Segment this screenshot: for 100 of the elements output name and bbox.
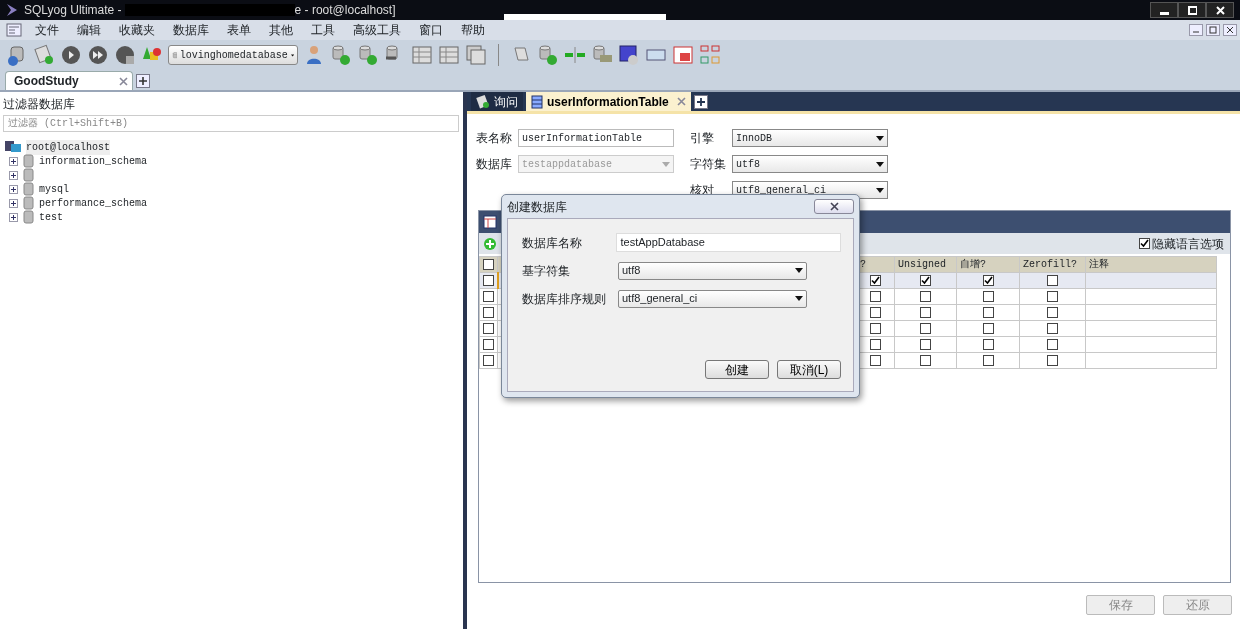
select-field[interactable]: InnoDB — [732, 129, 888, 147]
checkbox[interactable] — [920, 322, 931, 334]
play-icon[interactable] — [60, 44, 82, 66]
menu-item[interactable]: 高级工具 — [344, 21, 410, 39]
column-header[interactable]: 自增? — [956, 256, 1020, 273]
checkbox[interactable] — [870, 306, 881, 318]
checkbox[interactable] — [483, 322, 494, 334]
checkbox[interactable] — [982, 274, 994, 286]
checkbox[interactable] — [1047, 274, 1058, 286]
dialog-button[interactable]: 创建 — [705, 360, 769, 379]
text-field[interactable]: testAppDatabase — [616, 233, 841, 252]
maximize-icon — [1187, 5, 1197, 15]
new-tab-button[interactable] — [693, 95, 708, 109]
checkbox[interactable] — [483, 306, 494, 318]
dialog-button[interactable]: 取消(L) — [777, 360, 841, 379]
checkbox[interactable] — [1047, 290, 1058, 302]
column-header[interactable]: 注释 — [1085, 256, 1217, 273]
restore-icon[interactable] — [1206, 24, 1220, 36]
checkbox[interactable] — [920, 290, 931, 302]
database-icon — [23, 210, 34, 224]
select-value: utf8 — [622, 263, 641, 279]
add-icon[interactable] — [483, 236, 497, 251]
checkbox[interactable] — [920, 354, 931, 366]
table-icon — [531, 94, 543, 109]
checkbox[interactable] — [1047, 322, 1058, 334]
checkbox[interactable] — [920, 274, 931, 286]
expand-icon[interactable] — [9, 212, 18, 222]
checkbox[interactable] — [870, 338, 881, 350]
database-upload-icon[interactable] — [357, 44, 379, 66]
select-field[interactable]: utf8 — [732, 155, 888, 173]
checkbox[interactable] — [920, 306, 931, 318]
caret-icon — [876, 161, 884, 167]
expand-icon[interactable] — [9, 170, 18, 180]
checkbox[interactable] — [483, 354, 494, 366]
checkbox[interactable] — [920, 338, 931, 350]
menu-item[interactable]: 帮助 — [452, 21, 494, 39]
tree-item[interactable]: performance_schema — [39, 195, 148, 211]
tab-label: userInformationTable — [547, 93, 669, 111]
menu-item[interactable]: 其他 — [260, 21, 302, 39]
checkbox[interactable] — [483, 274, 494, 286]
checkbox[interactable] — [1047, 354, 1058, 366]
column-header[interactable]: Zerofill? — [1019, 256, 1086, 273]
new-tab-button[interactable] — [136, 74, 150, 88]
fast-forward-icon[interactable] — [87, 44, 109, 66]
checkbox[interactable] — [483, 338, 494, 350]
maximize-button[interactable] — [1178, 2, 1206, 18]
checkbox[interactable] — [870, 274, 881, 286]
table-grid-icon[interactable] — [672, 44, 694, 66]
close-button[interactable] — [814, 199, 854, 214]
expand-icon[interactable] — [9, 198, 18, 208]
column-header[interactable]: Unsigned — [894, 256, 957, 273]
checkbox[interactable] — [982, 306, 994, 318]
checkbox[interactable] — [870, 290, 881, 302]
database-sync-icon[interactable] — [537, 44, 559, 66]
close-icon — [1215, 5, 1225, 15]
tree-item[interactable]: information_schema — [39, 153, 148, 169]
database-download-icon[interactable] — [330, 44, 352, 66]
caret-icon — [290, 52, 294, 58]
checkbox[interactable] — [1139, 238, 1150, 249]
checkbox[interactable] — [1047, 306, 1058, 318]
checkbox[interactable] — [870, 322, 881, 334]
checkbox[interactable] — [483, 258, 494, 270]
table-copy-icon[interactable] — [465, 44, 487, 66]
table-icon[interactable] — [483, 215, 497, 229]
checkbox[interactable] — [982, 338, 994, 350]
text-field[interactable]: userInformationTable — [518, 129, 674, 147]
checkbox[interactable] — [483, 290, 494, 302]
checkbox[interactable] — [870, 354, 881, 366]
close-button[interactable] — [1206, 2, 1234, 18]
expand-icon[interactable] — [9, 184, 18, 194]
menu-item[interactable]: 文件 — [26, 21, 68, 39]
filter-field[interactable]: 过滤器 (Ctrl+Shift+B) — [3, 115, 459, 132]
caret-icon — [795, 296, 803, 301]
tree-item[interactable]: test — [39, 209, 63, 225]
tree-item[interactable]: root@localhost — [26, 139, 110, 155]
select-field[interactable]: utf8 — [618, 261, 807, 280]
menu-item[interactable]: 表单 — [218, 21, 260, 39]
expand-icon[interactable] — [9, 156, 18, 166]
editor-tab[interactable]: 询问 — [471, 92, 523, 111]
editor-tab[interactable]: userInformationTable — [526, 92, 691, 111]
caret-icon — [876, 135, 884, 141]
menu-item[interactable]: 收藏夹 — [110, 21, 164, 39]
select-field[interactable]: utf8_general_ci — [618, 289, 807, 308]
menu-item[interactable]: 窗口 — [410, 21, 452, 39]
checkbox[interactable] — [1047, 338, 1058, 350]
checkbox[interactable] — [982, 290, 994, 302]
close-icon[interactable] — [1223, 24, 1237, 36]
menu-item[interactable]: 数据库 — [164, 21, 218, 39]
tree-item[interactable]: mysql — [39, 181, 69, 197]
field-label: 引擎 — [690, 130, 715, 147]
connection-tab[interactable]: GoodStudy — [5, 71, 133, 90]
menu-item[interactable]: 工具 — [302, 21, 344, 39]
minimize-button[interactable] — [1150, 2, 1178, 18]
minimize-icon[interactable] — [1189, 24, 1203, 36]
menu-item[interactable]: 编辑 — [68, 21, 110, 39]
query-icon — [476, 94, 490, 109]
checkbox[interactable] — [982, 354, 994, 366]
plus-icon — [138, 76, 148, 86]
checkbox[interactable] — [982, 322, 994, 334]
database-selector[interactable]: lovinghomedatabase — [168, 45, 298, 65]
